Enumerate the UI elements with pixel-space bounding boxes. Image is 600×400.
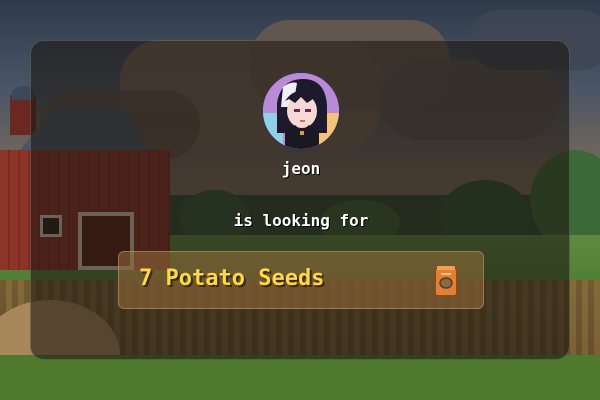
seed-packet-icon (434, 266, 458, 297)
avatar[interactable] (261, 71, 341, 151)
foreground-grass (0, 355, 600, 400)
requested-item-panel[interactable]: 7 Potato Seeds (118, 251, 484, 309)
username: jeon (281, 159, 321, 178)
request-card: jeon is looking for 7 Potato Seeds (30, 40, 570, 360)
avatar-portrait-icon (263, 73, 339, 149)
looking-for-label: is looking for (233, 211, 369, 230)
requested-item-label: 7 Potato Seeds (139, 266, 325, 291)
